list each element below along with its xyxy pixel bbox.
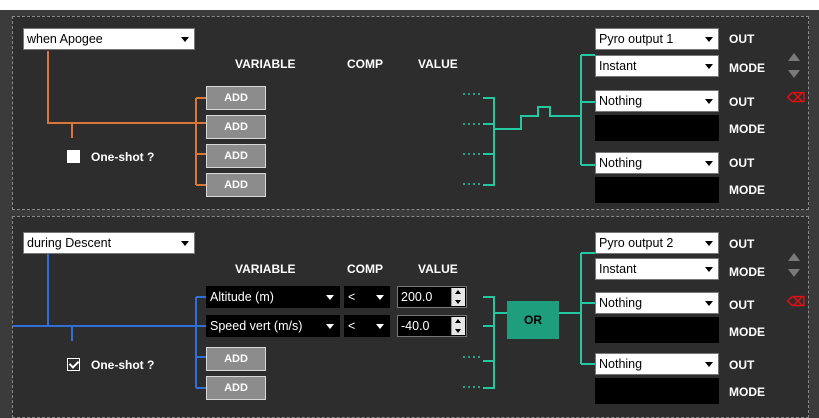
mode-select-empty[interactable] xyxy=(595,317,719,343)
chevron-down-icon xyxy=(376,295,384,300)
move-down-icon[interactable] xyxy=(788,70,800,78)
spinner-icon[interactable] xyxy=(451,317,465,335)
value-text: 200.0 xyxy=(401,290,433,304)
chevron-down-icon xyxy=(376,324,384,329)
add-condition-button[interactable]: ADD xyxy=(206,144,266,168)
rule-panel-1: when Apogee VARIABLE COMP VALUE ADD ADD … xyxy=(12,16,809,210)
trigger-select[interactable]: when Apogee xyxy=(23,28,195,50)
mode-label: MODE xyxy=(729,265,765,279)
out-label: OUT xyxy=(729,237,755,251)
chevron-down-icon xyxy=(181,241,189,246)
comp-header: COMP xyxy=(347,57,383,71)
oneshot-checkbox[interactable] xyxy=(67,150,80,163)
variable-value: Speed vert (m/s) xyxy=(210,319,303,333)
chevron-down-icon xyxy=(705,241,713,246)
mode-select-empty[interactable] xyxy=(595,177,719,203)
oneshot-label: One-shot ? xyxy=(91,150,155,164)
mode-value: Instant xyxy=(599,262,637,276)
output-value: Nothing xyxy=(599,94,643,108)
value-input[interactable]: 200.0 xyxy=(397,286,467,308)
output-select-1[interactable]: Pyro output 1 xyxy=(595,28,719,50)
mode-select-empty[interactable] xyxy=(595,115,719,141)
trigger-select[interactable]: during Descent xyxy=(23,232,195,254)
output-select-1[interactable]: Pyro output 2 xyxy=(595,232,719,254)
value-input[interactable]: -40.0 xyxy=(397,315,467,337)
output-value: Nothing xyxy=(599,156,643,170)
output-select-2[interactable]: Nothing xyxy=(595,292,719,314)
chevron-down-icon xyxy=(705,37,713,42)
trigger-value: when Apogee xyxy=(27,32,103,46)
out-label: OUT xyxy=(729,358,755,372)
mode-select-1[interactable]: Instant xyxy=(595,55,719,77)
mode-select-1[interactable]: Instant xyxy=(595,258,719,280)
trigger-value: during Descent xyxy=(27,236,112,250)
out-label: OUT xyxy=(729,95,755,109)
comp-header: COMP xyxy=(347,262,383,276)
move-down-icon[interactable] xyxy=(788,269,800,277)
oneshot-checkbox[interactable] xyxy=(67,358,80,371)
add-condition-button[interactable]: ADD xyxy=(206,376,266,400)
output-select-3[interactable]: Nothing xyxy=(595,353,719,375)
mode-label: MODE xyxy=(729,385,765,399)
out-label: OUT xyxy=(729,32,755,46)
add-condition-button[interactable]: ADD xyxy=(206,115,266,139)
chevron-down-icon xyxy=(705,99,713,104)
chevron-down-icon xyxy=(705,301,713,306)
delete-icon[interactable]: ⌫ xyxy=(787,90,805,106)
chevron-down-icon xyxy=(705,161,713,166)
output-value: Pyro output 1 xyxy=(599,32,674,46)
output-value: Pyro output 2 xyxy=(599,236,674,250)
comp-value: < xyxy=(348,290,356,304)
output-value: Nothing xyxy=(599,296,643,310)
mode-value: Instant xyxy=(599,59,637,73)
variable-header: VARIABLE xyxy=(235,262,296,276)
chevron-down-icon xyxy=(181,37,189,42)
output-select-2[interactable]: Nothing xyxy=(595,90,719,112)
value-text: -40.0 xyxy=(401,319,430,333)
comp-select[interactable]: < xyxy=(344,315,390,337)
oneshot-label: One-shot ? xyxy=(91,358,155,372)
value-header: VALUE xyxy=(418,57,458,71)
spinner-icon[interactable] xyxy=(451,288,465,306)
chevron-down-icon xyxy=(705,267,713,272)
move-up-icon[interactable] xyxy=(788,253,800,261)
add-condition-button[interactable]: ADD xyxy=(206,347,266,371)
add-condition-button[interactable]: ADD xyxy=(206,173,266,197)
variable-select[interactable]: Altitude (m) xyxy=(206,286,340,308)
mode-label: MODE xyxy=(729,122,765,136)
out-label: OUT xyxy=(729,156,755,170)
comp-select[interactable]: < xyxy=(344,286,390,308)
add-condition-button[interactable]: ADD xyxy=(206,86,266,110)
mode-label: MODE xyxy=(729,325,765,339)
mode-label: MODE xyxy=(729,183,765,197)
output-select-3[interactable]: Nothing xyxy=(595,152,719,174)
out-label: OUT xyxy=(729,298,755,312)
chevron-down-icon xyxy=(326,295,334,300)
mode-select-empty[interactable] xyxy=(595,378,719,404)
output-value: Nothing xyxy=(599,357,643,371)
window-top-edge xyxy=(0,0,819,10)
variable-header: VARIABLE xyxy=(235,57,296,71)
variable-value: Altitude (m) xyxy=(210,290,274,304)
variable-select[interactable]: Speed vert (m/s) xyxy=(206,315,340,337)
value-header: VALUE xyxy=(418,262,458,276)
chevron-down-icon xyxy=(705,64,713,69)
comp-value: < xyxy=(348,319,356,333)
mode-label: MODE xyxy=(729,61,765,75)
chevron-down-icon xyxy=(326,324,334,329)
chevron-down-icon xyxy=(705,362,713,367)
move-up-icon[interactable] xyxy=(788,53,800,61)
delete-icon[interactable]: ⌫ xyxy=(787,294,805,310)
or-operator-button[interactable]: OR xyxy=(507,301,559,339)
rule-panel-2: during Descent VARIABLE COMP VALUE Altit… xyxy=(12,216,809,418)
